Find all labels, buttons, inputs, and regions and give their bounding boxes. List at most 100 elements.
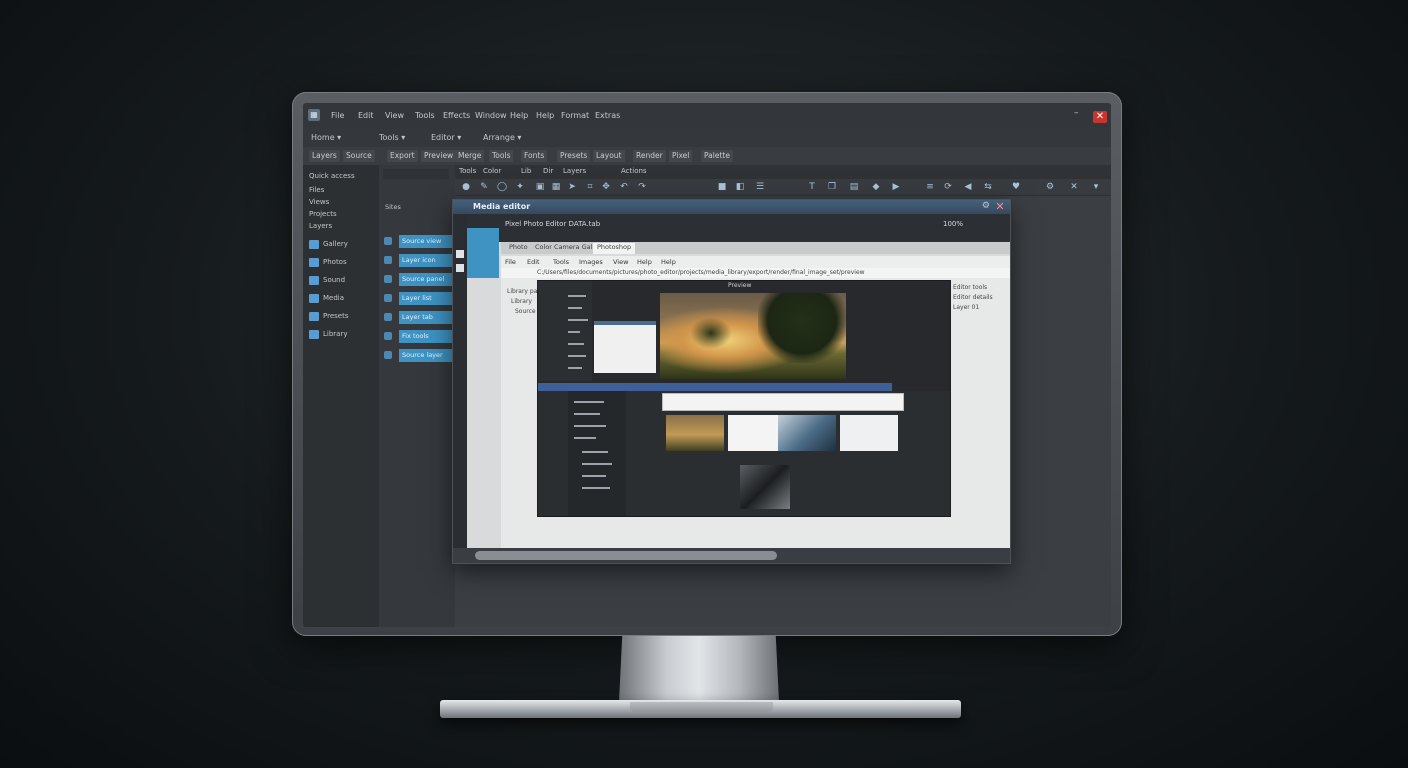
scrollbar-thumb[interactable] bbox=[475, 551, 777, 560]
stop-icon[interactable]: ■ bbox=[717, 182, 727, 192]
left-item-gallery[interactable]: Gallery bbox=[309, 237, 375, 251]
button-toolbar: Layers Source Export Preview Merge Tools… bbox=[303, 147, 1111, 166]
left-item-sound[interactable]: Sound bbox=[309, 273, 375, 287]
tree-line bbox=[568, 343, 584, 345]
menu-file[interactable]: File bbox=[331, 111, 344, 120]
mid-item-fix-tools[interactable]: Fix tools bbox=[399, 330, 453, 343]
fill-icon[interactable]: ◧ bbox=[735, 182, 745, 192]
crop-icon[interactable]: ⌗ bbox=[585, 182, 595, 192]
expand-icon[interactable]: ✕ bbox=[1069, 182, 1079, 192]
zoom-level[interactable]: 100% bbox=[943, 220, 963, 228]
left-item-library[interactable]: Library bbox=[309, 327, 375, 341]
dialog-scrollbar[interactable] bbox=[453, 548, 1010, 563]
mid-item-source-view[interactable]: Source view bbox=[399, 235, 453, 248]
tab-photoshop[interactable]: Photoshop bbox=[593, 243, 636, 254]
thumbnail-landscape[interactable] bbox=[666, 415, 724, 451]
left-item-layers[interactable]: Layers bbox=[309, 219, 375, 233]
toolbar-palette-button[interactable]: Palette bbox=[701, 150, 733, 162]
settings-icon[interactable]: ⚙ bbox=[1045, 182, 1055, 192]
menu-extras[interactable]: Extras bbox=[595, 111, 620, 120]
toolbar-preview-button[interactable]: Preview bbox=[421, 150, 457, 162]
dropdown-home[interactable]: Home ▾ bbox=[311, 133, 341, 142]
mid-item-layer-icon[interactable]: Layer icon bbox=[399, 254, 453, 267]
dialog-menu-tools[interactable]: Tools bbox=[553, 258, 569, 266]
circle-icon[interactable]: ◯ bbox=[497, 182, 507, 192]
dialog-menu-view[interactable]: View bbox=[613, 258, 628, 266]
tab-lib[interactable]: Lib bbox=[521, 167, 531, 175]
toolbar-merge-button[interactable]: Merge bbox=[455, 150, 485, 162]
toolbar-export-button[interactable]: Export bbox=[387, 150, 418, 162]
shapes-icon[interactable]: ◆ bbox=[871, 182, 881, 192]
toolbar-presets-button[interactable]: Presets bbox=[557, 150, 591, 162]
left-item-presets[interactable]: Presets bbox=[309, 309, 375, 323]
frame-icon[interactable] bbox=[456, 264, 464, 272]
dropdown-arrange[interactable]: Arrange ▾ bbox=[483, 133, 521, 142]
arrow-icon[interactable]: ➤ bbox=[567, 182, 577, 192]
layers-icon[interactable]: ☰ bbox=[755, 182, 765, 192]
toolbar-fonts-button[interactable]: Fonts bbox=[521, 150, 548, 162]
tab-photo[interactable]: Photo bbox=[505, 243, 532, 251]
menu-format[interactable]: Format bbox=[561, 111, 589, 120]
square-icon[interactable]: ▣ bbox=[535, 182, 545, 192]
grid-icon[interactable]: ▦ bbox=[551, 182, 561, 192]
move-icon[interactable]: ✥ bbox=[601, 182, 611, 192]
redo-icon[interactable]: ↷ bbox=[637, 182, 647, 192]
toolbar-layout-button[interactable]: Layout bbox=[593, 150, 625, 162]
chevron-down-icon[interactable]: ▾ bbox=[1091, 182, 1101, 192]
mid-item-layer-list[interactable]: Layer list bbox=[399, 292, 453, 305]
toolbar-pixel-button[interactable]: Pixel bbox=[669, 150, 693, 162]
toolbar-tools-button[interactable]: Tools bbox=[489, 150, 514, 162]
dropdown-tools[interactable]: Tools ▾ bbox=[379, 133, 405, 142]
menu-help-2[interactable]: Help bbox=[536, 111, 554, 120]
rotate-icon[interactable]: ⟳ bbox=[943, 182, 953, 192]
copy-icon[interactable]: ❐ bbox=[827, 182, 837, 192]
left-item-media[interactable]: Media bbox=[309, 291, 375, 305]
tab-layers[interactable]: Layers bbox=[563, 167, 586, 175]
middle-search-input[interactable] bbox=[383, 169, 449, 179]
flip-icon[interactable]: ⇆ bbox=[983, 182, 993, 192]
mid-item-source-panel[interactable]: Source panel bbox=[399, 273, 453, 286]
mid-item-source-layer[interactable]: Source layer bbox=[399, 349, 453, 362]
dialog-menu-edit[interactable]: Edit bbox=[527, 258, 540, 266]
close-button[interactable]: ✕ bbox=[1093, 111, 1107, 123]
library-icon bbox=[309, 329, 319, 339]
tab-actions[interactable]: Actions bbox=[621, 167, 647, 175]
dialog-menu-file[interactable]: File bbox=[505, 258, 516, 266]
undo-icon[interactable]: ↶ bbox=[619, 182, 629, 192]
heart-icon[interactable]: ♥ bbox=[1011, 182, 1021, 192]
menu-tools[interactable]: Tools bbox=[415, 111, 435, 120]
minimize-button[interactable]: – bbox=[1074, 108, 1079, 118]
back-icon[interactable]: ◀ bbox=[963, 182, 973, 192]
menu-help[interactable]: Help bbox=[510, 111, 528, 120]
dialog-menu-help[interactable]: Help bbox=[637, 258, 652, 266]
menu-effects[interactable]: Effects bbox=[443, 111, 470, 120]
tab-tools[interactable]: Tools bbox=[459, 167, 476, 175]
toolbar-layers-button[interactable]: Layers bbox=[309, 150, 340, 162]
thumbnail-monitor[interactable] bbox=[778, 415, 836, 451]
mid-item-layer-tab[interactable]: Layer tab bbox=[399, 311, 453, 324]
tree-line bbox=[574, 437, 596, 439]
toolbar-render-button[interactable]: Render bbox=[633, 150, 666, 162]
thumbnail-window[interactable] bbox=[840, 415, 898, 451]
toolbar-source-button[interactable]: Source bbox=[343, 150, 375, 162]
dropdown-editor[interactable]: Editor ▾ bbox=[431, 133, 461, 142]
align-icon[interactable]: ≡ bbox=[925, 182, 935, 192]
star-icon[interactable]: ✦ bbox=[515, 182, 525, 192]
tab-dir[interactable]: Dir bbox=[543, 167, 553, 175]
brush-icon[interactable]: ● bbox=[461, 182, 471, 192]
play-icon[interactable]: ▶ bbox=[891, 182, 901, 192]
pen-icon[interactable]: ✎ bbox=[479, 182, 489, 192]
dialog-close-button[interactable]: ✕ bbox=[994, 201, 1006, 213]
menu-view[interactable]: View bbox=[385, 111, 404, 120]
gear-icon[interactable]: ⚙ bbox=[982, 201, 990, 211]
menu-edit[interactable]: Edit bbox=[358, 111, 374, 120]
tab-color[interactable]: Color bbox=[483, 167, 501, 175]
menu-window[interactable]: Window bbox=[475, 111, 507, 120]
paste-icon[interactable]: ▤ bbox=[849, 182, 859, 192]
text-icon[interactable]: T bbox=[807, 182, 817, 192]
check-icon[interactable] bbox=[456, 250, 464, 258]
left-item-photos[interactable]: Photos bbox=[309, 255, 375, 269]
dialog-menu-images[interactable]: Images bbox=[579, 258, 603, 266]
dialog-menu-help-2[interactable]: Help bbox=[661, 258, 676, 266]
thumbnail-device[interactable] bbox=[740, 465, 790, 509]
